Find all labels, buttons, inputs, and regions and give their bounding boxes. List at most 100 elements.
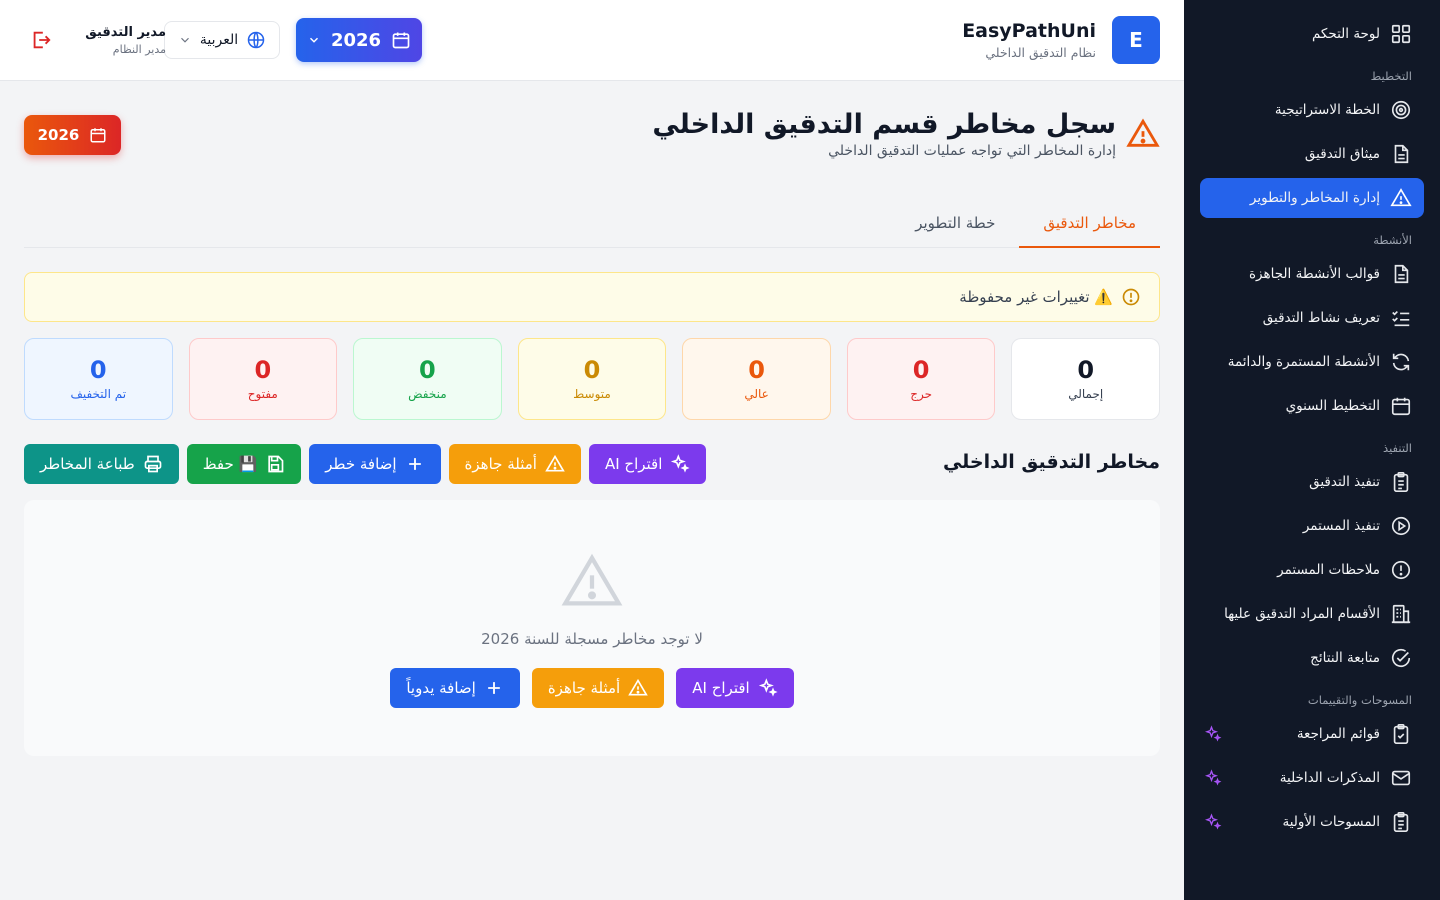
brand-subtitle: نظام التدقيق الداخلي: [985, 45, 1096, 60]
sidebar-item-dashboard[interactable]: لوحة التحكم: [1200, 14, 1424, 54]
printer-icon: [144, 455, 162, 473]
sidebar-item-label: لوحة التحكم: [1311, 26, 1380, 42]
ready-examples-label: أمثلة جاهزة: [464, 455, 537, 473]
building-icon: [1391, 604, 1411, 624]
empty-ready-examples-button[interactable]: أمثلة جاهزة: [531, 668, 665, 708]
alert-circle-icon: [1122, 288, 1140, 306]
stat-value: 0: [912, 356, 930, 384]
empty-add-manual-button[interactable]: إضافة يدوياً: [390, 668, 520, 708]
tabs: مخاطر التدقيق خطة التطوير: [24, 203, 1160, 248]
language-selector[interactable]: العربية: [164, 21, 280, 59]
stat-card-total: 0 إجمالي: [1011, 338, 1160, 420]
sidebar-item-internal-memos[interactable]: المذكرات الداخلية: [1200, 758, 1424, 798]
sidebar-item-preliminary-surveys[interactable]: المسوحات الأولية: [1200, 802, 1424, 842]
stats-row: 0 إجمالي 0 حرج 0 عالي 0 متوسط 0 منخفض 0 …: [23, 338, 1160, 420]
clipboard-check-icon: [1393, 724, 1409, 744]
save-button[interactable]: 💾 حفظ: [186, 444, 302, 484]
unsaved-changes-alert: ⚠️ تغييرات غير محفوظة: [24, 272, 1160, 322]
add-risk-button[interactable]: إضافة خطر: [309, 444, 441, 484]
year-selector-button[interactable]: 2026: [296, 18, 422, 62]
sparkle-icon: [1204, 769, 1222, 786]
stat-label: عالي: [744, 387, 769, 401]
section-title: مخاطر التدقيق الداخلي: [942, 451, 1160, 473]
stat-card-critical: 0 حرج: [846, 338, 996, 420]
stat-label: حرج: [910, 387, 933, 401]
sidebar-item-continuous-execution[interactable]: تنفيذ المستمر: [1200, 506, 1424, 546]
empty-add-manual-label: إضافة يدوياً: [406, 679, 476, 697]
tab-audit-risks[interactable]: مخاطر التدقيق: [1019, 203, 1160, 248]
save-label: 💾 حفظ: [202, 455, 258, 473]
print-risks-button[interactable]: طباعة المخاطر: [24, 444, 179, 484]
user-role: مدير النظام: [112, 43, 166, 56]
logout-icon[interactable]: [30, 29, 52, 51]
sidebar-item-define-activity[interactable]: تعريف نشاط التدقيق: [1200, 298, 1424, 338]
warning-icon: [561, 553, 623, 606]
warning-icon: [1126, 118, 1160, 147]
sidebar-item-audited-departments[interactable]: الأقسام المراد التدقيق عليها: [1200, 594, 1424, 634]
warning-icon: [545, 454, 565, 472]
sidebar-item-results-followup[interactable]: متابعة النتائج: [1200, 638, 1424, 678]
sidebar: لوحة التحكم التخطيط الخطة الاستراتيجية م…: [1184, 0, 1440, 900]
sidebar-item-label: إدارة المخاطر والتطوير: [1249, 190, 1380, 206]
stat-label: منخفض: [408, 387, 447, 401]
sidebar-item-label: متابعة النتائج: [1310, 650, 1380, 666]
sparkle-icon: [1204, 725, 1222, 742]
sidebar-item-label: ميثاق التدقيق: [1304, 146, 1380, 162]
stat-value: 0: [748, 356, 765, 384]
sidebar-item-audit-charter[interactable]: ميثاق التدقيق: [1200, 134, 1424, 174]
tab-development-plan[interactable]: خطة التطوير: [891, 203, 1019, 248]
calendar-icon: [392, 32, 410, 49]
sidebar-section-execution: التنفيذ: [1383, 441, 1412, 455]
empty-ai-suggest-button[interactable]: اقتراح AI: [676, 668, 794, 708]
stat-label: متوسط: [573, 387, 611, 401]
stat-value: 0: [89, 356, 107, 384]
top-header: E EasyPathUni نظام التدقيق الداخلي 2026 …: [0, 0, 1184, 81]
add-risk-label: إضافة خطر: [325, 455, 397, 473]
sidebar-item-label: التخطيط السنوي: [1285, 398, 1380, 414]
ready-examples-button[interactable]: أمثلة جاهزة: [448, 444, 581, 484]
sidebar-item-label: قوائم المراجعة: [1296, 726, 1380, 742]
stat-value: 0: [583, 356, 601, 384]
sidebar-item-label: تنفيذ المستمر: [1302, 518, 1380, 534]
page-subtitle: إدارة المخاطر التي تواجه عمليات التدقيق …: [828, 143, 1116, 159]
sidebar-item-strategic-plan[interactable]: الخطة الاستراتيجية: [1200, 90, 1424, 130]
print-risks-label: طباعة المخاطر: [40, 455, 135, 473]
brand: EasyPathUni نظام التدقيق الداخلي: [962, 18, 1096, 62]
sidebar-item-continuous-activities[interactable]: الأنشطة المستمرة والدائمة: [1200, 342, 1424, 382]
year-badge: 2026: [24, 115, 121, 155]
stat-card-open: 0 مفتوح: [188, 338, 338, 420]
sidebar-item-risk-management[interactable]: إدارة المخاطر والتطوير: [1200, 178, 1424, 218]
calendar-icon: [90, 128, 106, 143]
app-logo: E: [1112, 16, 1160, 64]
document-icon: [1394, 264, 1409, 284]
warning-icon: [628, 678, 649, 696]
empty-state-message: لا توجد مخاطر مسجلة للسنة 2026: [481, 630, 703, 648]
sidebar-item-label: تعريف نشاط التدقيق: [1262, 310, 1380, 326]
checklist-icon: [1392, 310, 1410, 327]
ai-suggest-button[interactable]: اقتراح AI: [588, 444, 707, 484]
ai-suggest-label: اقتراح AI: [604, 455, 663, 473]
check-circle-icon: [1391, 648, 1411, 668]
sparkle-icon: [758, 678, 778, 697]
sidebar-item-activity-templates[interactable]: قوالب الأنشطة الجاهزة: [1200, 254, 1424, 294]
language-label: العربية: [199, 32, 239, 48]
sidebar-item-checklists[interactable]: قوائم المراجعة: [1200, 714, 1424, 754]
sidebar-item-audit-execution[interactable]: تنفيذ التدقيق: [1200, 462, 1424, 502]
stat-card-high: 0 عالي: [682, 338, 831, 420]
target-icon: [1391, 100, 1411, 120]
sidebar-item-label: المذكرات الداخلية: [1279, 770, 1380, 786]
stat-label: إجمالي: [1068, 387, 1104, 401]
stat-label: تم التخفيف: [70, 387, 127, 401]
plus-icon: [408, 458, 421, 470]
globe-icon: [247, 31, 265, 49]
refresh-icon: [1392, 353, 1410, 371]
stat-value: 0: [419, 356, 436, 384]
sidebar-item-label: الأنشطة المستمرة والدائمة: [1227, 354, 1380, 370]
sidebar-section-activities: الأنشطة: [1373, 233, 1412, 247]
sidebar-item-continuous-notes[interactable]: ملاحظات المستمر: [1200, 550, 1424, 590]
save-icon: [268, 455, 284, 473]
page-title: سجل مخاطر قسم التدقيق الداخلي: [652, 109, 1116, 140]
sidebar-item-annual-planning[interactable]: التخطيط السنوي: [1200, 386, 1424, 426]
user-info: مدير التدقيق مدير النظام: [76, 24, 166, 58]
stat-value: 0: [254, 356, 272, 384]
